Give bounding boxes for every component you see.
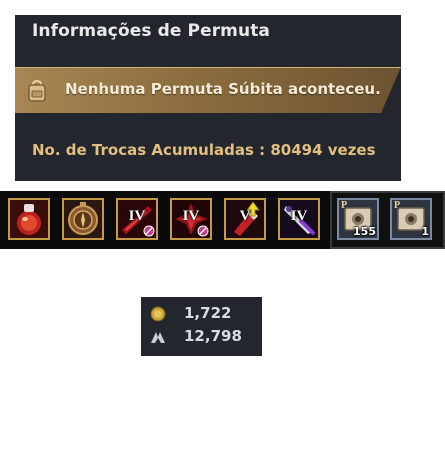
currency-panel: 1,722 12,798 (141, 297, 262, 356)
status-message: Nenhuma Permuta Súbita aconteceu. (65, 80, 381, 98)
item-slot-1[interactable] (8, 198, 50, 240)
silver-coin-icon (150, 306, 166, 322)
enhancement-level: IV (182, 208, 200, 224)
item-quantity: 1 (421, 225, 429, 238)
silver-amount: 1,722 (184, 304, 232, 322)
silver-row: 1,722 (141, 302, 262, 324)
crow-coin-row: 12,798 (141, 325, 262, 347)
enhancement-level: V (239, 208, 251, 224)
item-quantity: 155 (353, 225, 376, 238)
item-slot-bar: IV IV V IV P 155 P 1 (0, 191, 445, 249)
bag-icon (28, 79, 46, 102)
panel-title: Informações de Permuta (32, 21, 271, 41)
trade-goods-mark: P (394, 200, 401, 211)
trade-goods-slot-2[interactable]: P 1 (390, 198, 432, 240)
item-slot-2[interactable] (62, 198, 104, 240)
item-slot-3[interactable]: IV (116, 198, 158, 240)
crow-coin-amount: 12,798 (184, 327, 242, 345)
bronze-compass-icon (64, 200, 102, 238)
trade-goods-mark: P (341, 200, 348, 211)
enhancement-level: IV (290, 208, 308, 224)
item-slot-6[interactable]: IV (278, 198, 320, 240)
accumulated-trades-count: No. de Trocas Acumuladas : 80494 vezes (32, 141, 376, 159)
crow-coin-icon (151, 332, 165, 343)
trade-goods-slot-1[interactable]: P 155 (337, 198, 379, 240)
status-banner: Nenhuma Permuta Súbita aconteceu. (15, 67, 401, 113)
item-slot-5[interactable]: V (224, 198, 266, 240)
enhancement-level: IV (128, 208, 146, 224)
red-potion-flask-icon (10, 200, 48, 238)
trade-info-panel: Informações de Permuta Nenhuma Permuta S… (15, 15, 401, 181)
item-slot-4[interactable]: IV (170, 198, 212, 240)
